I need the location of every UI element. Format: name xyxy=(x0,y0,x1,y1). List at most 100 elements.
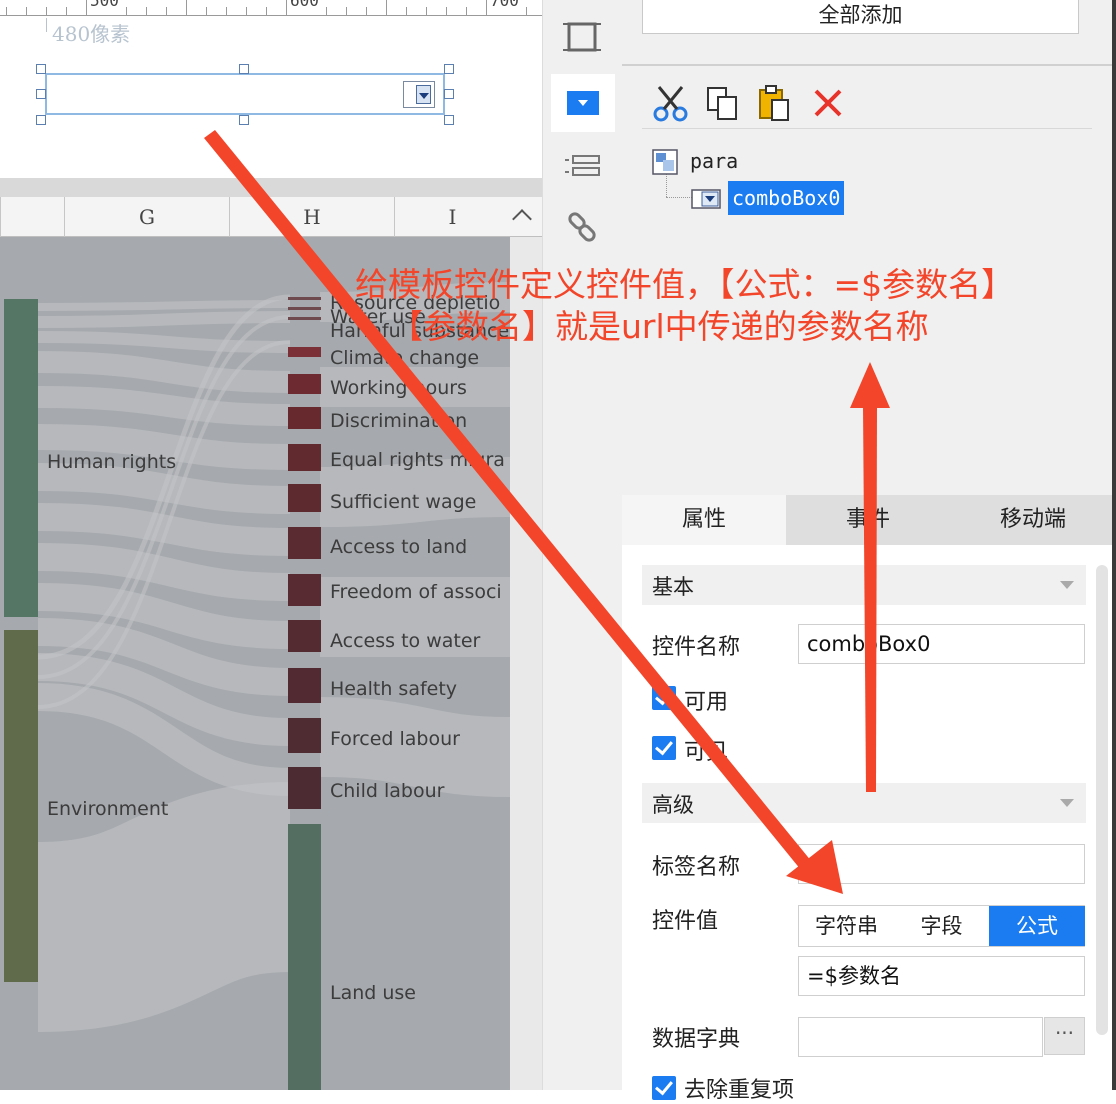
tab-events[interactable]: 事件 xyxy=(786,495,950,545)
panel-divider xyxy=(622,64,1116,66)
height-marker xyxy=(46,18,47,32)
data-dictionary-input[interactable] xyxy=(798,1017,1043,1057)
chevron-down-icon xyxy=(1060,799,1074,807)
frame-icon xyxy=(563,22,601,52)
sankey-label: Freedom of associ xyxy=(330,581,502,603)
data-dictionary-label: 数据字典 xyxy=(652,1027,741,1052)
sankey-label: Land use xyxy=(330,982,416,1004)
cut-button[interactable] xyxy=(652,84,692,124)
link-icon xyxy=(568,212,596,242)
mode-formula-option[interactable]: 公式 xyxy=(989,906,1085,946)
tab-properties[interactable]: 属性 xyxy=(622,495,786,545)
combobox-tool-button[interactable] xyxy=(551,74,615,132)
sankey-node-environment xyxy=(4,630,38,982)
copy-button[interactable] xyxy=(704,84,744,124)
sankey-label: Child labour xyxy=(330,780,445,802)
resize-handle[interactable] xyxy=(36,115,46,125)
resize-handle[interactable] xyxy=(444,89,454,99)
list-icon xyxy=(565,155,600,176)
tree-node-combobox[interactable]: comboBox0 xyxy=(690,181,890,215)
section-basic[interactable]: 基本 xyxy=(642,565,1086,605)
sankey-label: Environment xyxy=(47,798,168,820)
property-tabs: 属性 事件 移动端 xyxy=(622,495,1116,545)
sankey-label: Harmful substance xyxy=(330,320,509,342)
dedupe-label: 去除重复项 xyxy=(684,1078,795,1103)
properties-panel: 全部添加 para comboBox0 属性 事件 移动端 基本 控件名称 co… xyxy=(622,0,1116,1103)
scroll-up-icon[interactable] xyxy=(510,202,538,230)
height-note: 480像素 xyxy=(52,22,131,46)
resize-handle[interactable] xyxy=(239,115,249,125)
dedupe-checkbox[interactable] xyxy=(652,1076,676,1100)
vertical-scrollbar[interactable] xyxy=(510,237,542,1090)
sankey-node-human-rights xyxy=(4,299,38,617)
property-list: 基本 控件名称 comboBox0 可用 可见 高级 标签名称 控件值 字符串 … xyxy=(622,545,1116,1103)
scissors-icon xyxy=(653,86,688,122)
visible-checkbox[interactable] xyxy=(652,736,676,760)
delete-button[interactable] xyxy=(808,84,848,124)
column-g-header[interactable]: G xyxy=(64,197,229,237)
widget-name-input[interactable]: comboBox0 xyxy=(798,624,1085,664)
properties-scrollbar[interactable] xyxy=(1096,565,1108,1035)
section-title: 基本 xyxy=(652,575,694,599)
data-dictionary-more-button[interactable]: ··· xyxy=(1044,1017,1085,1055)
visible-label: 可见 xyxy=(684,740,729,765)
enabled-checkbox[interactable] xyxy=(652,686,676,710)
sankey-label: Human rights xyxy=(47,451,176,473)
window-edge xyxy=(1112,0,1116,1090)
enabled-label: 可用 xyxy=(684,690,729,715)
paste-icon xyxy=(759,85,789,121)
tree-node-label: para xyxy=(690,149,739,173)
tag-name-input[interactable] xyxy=(798,844,1085,884)
tree-toolbar xyxy=(652,84,852,124)
sankey-label: Equal rights migra xyxy=(330,449,505,471)
ruler-label: 700 xyxy=(490,0,519,10)
section-advanced[interactable]: 高级 xyxy=(642,783,1086,823)
sankey-label: Sufficient wage xyxy=(330,491,476,513)
resize-handle[interactable] xyxy=(239,64,249,74)
resize-handle[interactable] xyxy=(36,64,46,74)
dropdown-arrow-icon[interactable] xyxy=(403,81,435,108)
link-tool-button[interactable] xyxy=(551,200,615,258)
sankey-label: Access to land xyxy=(330,536,467,558)
column-header: G H I xyxy=(0,197,542,237)
tag-name-label: 标签名称 xyxy=(652,855,741,880)
sankey-label: Discrimination xyxy=(330,410,467,432)
combobox-widget[interactable] xyxy=(45,73,445,115)
design-canvas[interactable]: 500 600 700 480像素 xyxy=(0,0,542,178)
sankey-label: Access to water xyxy=(330,630,481,652)
parameter-panel-icon xyxy=(652,149,678,175)
widget-value-label: 控件值 xyxy=(652,909,719,934)
tab-mobile[interactable]: 移动端 xyxy=(950,495,1116,545)
formula-input[interactable]: =$参数名 xyxy=(798,956,1085,996)
widget-toolbar xyxy=(542,0,622,1090)
list-tool-button[interactable] xyxy=(551,138,615,196)
canvas-separator xyxy=(0,178,542,197)
sankey-label: Health safety xyxy=(330,678,457,700)
section-title: 高级 xyxy=(652,793,694,817)
widget-name-label: 控件名称 xyxy=(652,635,741,660)
column-i-header[interactable]: I xyxy=(394,197,510,237)
tree-divider xyxy=(642,128,1092,129)
frame-tool-button[interactable] xyxy=(551,10,615,68)
report-sheet[interactable]: G H I Human rights Environment Resource … xyxy=(0,197,542,1090)
chevron-down-icon xyxy=(1060,581,1074,589)
combobox-node-icon xyxy=(691,189,721,209)
sankey-label: Forced labour xyxy=(330,728,460,750)
resize-handle[interactable] xyxy=(444,64,454,74)
widget-tree: para comboBox0 xyxy=(652,145,1092,225)
ruler-label: 500 xyxy=(90,0,119,10)
resize-handle[interactable] xyxy=(444,115,454,125)
tree-node-label: comboBox0 xyxy=(728,181,845,215)
copy-icon xyxy=(707,87,737,120)
column-h-header[interactable]: H xyxy=(229,197,394,237)
sankey-label: Climate change xyxy=(330,347,479,369)
sankey-chart: Human rights Environment Resource deplet… xyxy=(0,237,511,1090)
resize-handle[interactable] xyxy=(36,89,46,99)
sankey-label: Working hours xyxy=(330,377,467,399)
delete-x-icon xyxy=(814,89,842,117)
mode-field-option[interactable]: 字段 xyxy=(894,906,989,946)
add-all-button[interactable]: 全部添加 xyxy=(642,0,1079,34)
paste-button[interactable] xyxy=(756,84,796,124)
combobox-icon xyxy=(567,91,599,115)
mode-string-option[interactable]: 字符串 xyxy=(799,906,894,946)
